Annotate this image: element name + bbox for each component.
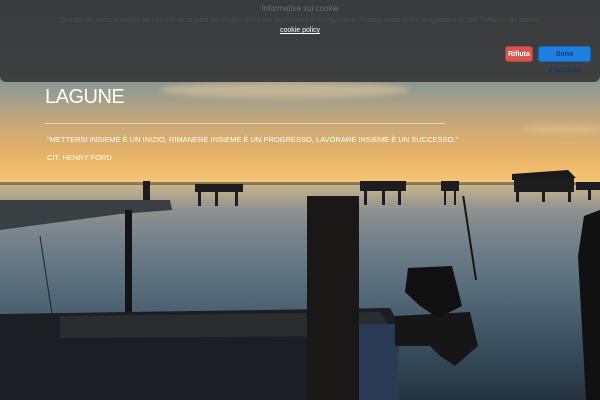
cookie-policy-link[interactable]: cookie policy: [0, 27, 600, 34]
cookie-banner-title: Informativa sui cookie: [261, 4, 339, 13]
cookie-banner-text: Questo sito utilizza cookie tecnici e di…: [59, 17, 541, 24]
page-title: LAGUNE: [45, 86, 125, 108]
accept-cookies-button[interactable]: Sono d'accordo: [538, 46, 591, 74]
boat-silhouette: [0, 196, 600, 400]
cloud: [160, 82, 410, 98]
cookie-banner: Informativa sui cookie Questo sito utili…: [0, 0, 600, 82]
hero-quote: "METTERSI INSIEME È UN INIZIO, RIMANERE …: [47, 135, 459, 144]
title-divider: [45, 123, 445, 124]
cloud: [520, 126, 600, 134]
refuse-cookies-button[interactable]: Rifiuta: [505, 46, 533, 62]
hero-citation: CIT. HENRY FORD: [47, 153, 112, 162]
